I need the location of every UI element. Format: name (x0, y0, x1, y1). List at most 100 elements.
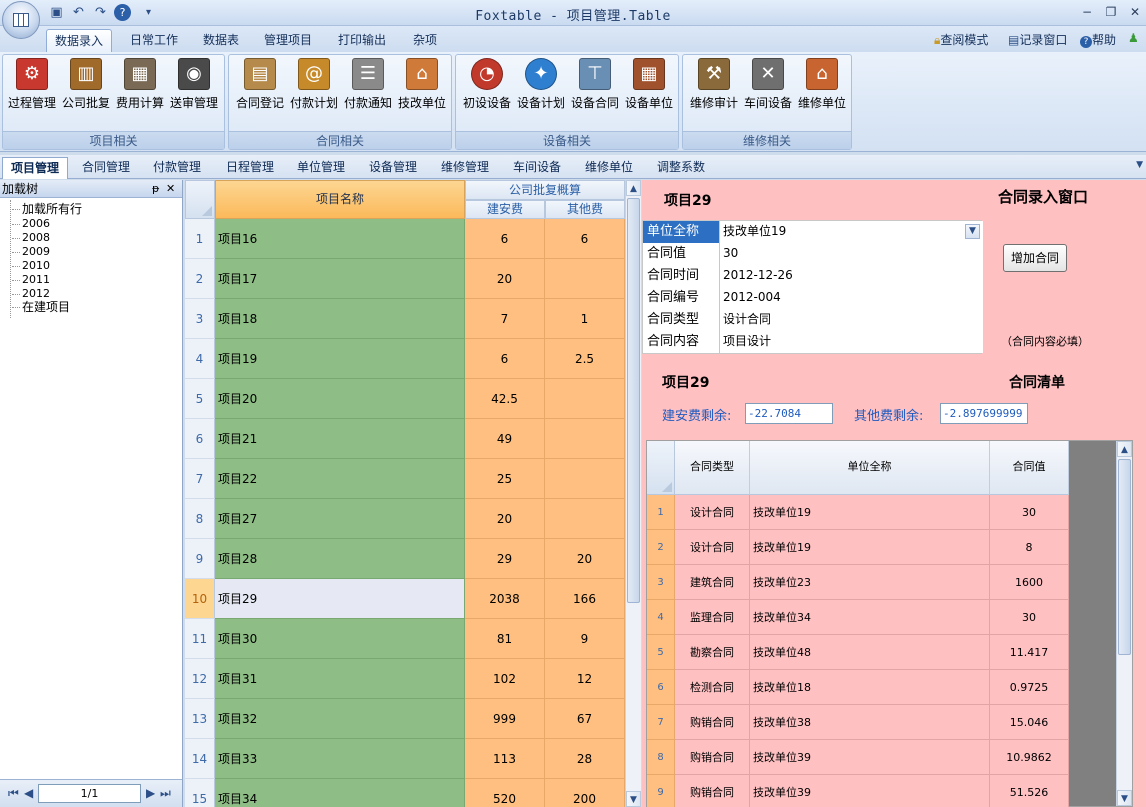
tree-item-2012[interactable]: 2012 (12, 287, 50, 301)
table-row[interactable]: 5 项目20 42.5 (185, 379, 625, 419)
other-cost-cell[interactable] (545, 379, 625, 419)
unit-name-cell[interactable]: 技改单位34 (750, 600, 990, 635)
build-cost-cell[interactable]: 7 (465, 299, 545, 339)
prev-page-icon[interactable]: ◀ (24, 786, 33, 800)
contract-value-cell[interactable]: 51.526 (990, 775, 1069, 807)
contract-value-cell[interactable]: 15.046 (990, 705, 1069, 740)
build-cost-cell[interactable]: 81 (465, 619, 545, 659)
contract-type-field[interactable]: 设计合同 (720, 309, 983, 331)
row-header[interactable]: 7 (647, 705, 675, 740)
build-cost-cell[interactable]: 102 (465, 659, 545, 699)
subgrid-corner[interactable] (647, 441, 675, 495)
contract-value-cell[interactable]: 1600 (990, 565, 1069, 600)
other-cost-cell[interactable]: 28 (545, 739, 625, 779)
tree-item-load-all[interactable]: 加载所有行 (12, 202, 82, 216)
equipment-unit-button[interactable]: ▦ 设备单位 (622, 57, 676, 113)
build-cost-cell[interactable]: 20 (465, 259, 545, 299)
table-row[interactable]: 6 项目21 49 (185, 419, 625, 459)
tab-adjustment-factor[interactable]: 调整系数 (649, 157, 713, 179)
other-cost-cell[interactable]: 166 (545, 579, 625, 619)
table-row[interactable]: 7 项目22 25 (185, 459, 625, 499)
workshop-equipment-button[interactable]: ✕ 车间设备 (741, 57, 795, 113)
table-row[interactable]: 2 项目17 20 (185, 259, 625, 299)
row-header[interactable]: 5 (647, 635, 675, 670)
scroll-down-icon[interactable]: ▼ (1117, 790, 1132, 806)
unit-name-cell[interactable]: 技改单位19 (750, 495, 990, 530)
row-header[interactable]: 10 (185, 579, 215, 619)
equipment-contract-button[interactable]: ⊤ 设备合同 (568, 57, 622, 113)
remaining-build-field[interactable]: -22.7084 (745, 403, 833, 424)
row-header[interactable]: 13 (185, 699, 215, 739)
table-row[interactable]: 7 购销合同 技改单位38 15.046 (647, 705, 1069, 740)
row-header[interactable]: 7 (185, 459, 215, 499)
build-cost-cell[interactable]: 49 (465, 419, 545, 459)
maintenance-audit-button[interactable]: ⚒ 维修审计 (687, 57, 741, 113)
table-row[interactable]: 6 检测合同 技改单位18 0.9725 (647, 670, 1069, 705)
row-header[interactable]: 8 (185, 499, 215, 539)
unit-name-cell[interactable]: 技改单位39 (750, 775, 990, 807)
tab-overflow-dropdown-icon[interactable]: ▼ (1136, 160, 1143, 170)
other-cost-cell[interactable]: 9 (545, 619, 625, 659)
tab-equipment-management[interactable]: 设备管理 (361, 157, 425, 179)
table-row[interactable]: 12 项目31 102 12 (185, 659, 625, 699)
first-page-icon[interactable]: ⏮ (8, 786, 19, 801)
project-name-cell[interactable]: 项目21 (215, 419, 465, 459)
payment-notice-button[interactable]: ☰ 付款通知 (341, 57, 395, 113)
project-name-cell[interactable]: 项目31 (215, 659, 465, 699)
other-cost-cell[interactable]: 2.5 (545, 339, 625, 379)
table-row[interactable]: 4 项目19 6 2.5 (185, 339, 625, 379)
next-page-icon[interactable]: ▶ (146, 786, 155, 800)
contract-number-field[interactable]: 2012-004 (720, 287, 983, 309)
scroll-thumb[interactable] (627, 198, 640, 603)
other-cost-cell[interactable] (545, 419, 625, 459)
table-row[interactable]: 5 勘察合同 技改单位48 11.417 (647, 635, 1069, 670)
table-row[interactable]: 8 项目27 20 (185, 499, 625, 539)
row-header[interactable]: 1 (647, 495, 675, 530)
contract-type-cell[interactable]: 设计合同 (675, 530, 750, 565)
scroll-down-icon[interactable]: ▼ (626, 791, 641, 807)
row-header[interactable]: 14 (185, 739, 215, 779)
scroll-up-icon[interactable]: ▲ (1117, 441, 1132, 457)
table-row[interactable]: 9 项目28 29 20 (185, 539, 625, 579)
table-row[interactable]: 2 设计合同 技改单位19 8 (647, 530, 1069, 565)
ribbon-tab-data-entry[interactable]: 数据录入 (46, 29, 113, 52)
other-cost-cell[interactable]: 200 (545, 779, 625, 807)
tab-payment-management[interactable]: 付款管理 (145, 157, 209, 179)
ribbon-tab-manage-projects[interactable]: 管理项目 (256, 29, 320, 52)
log-window-button[interactable]: ▤记录窗口 (1008, 31, 1067, 48)
project-name-cell[interactable]: 项目17 (215, 259, 465, 299)
close-button[interactable]: ✕ (1124, 4, 1146, 21)
row-header[interactable]: 2 (185, 259, 215, 299)
project-name-cell[interactable]: 项目29 (215, 579, 465, 619)
page-indicator-input[interactable]: 1/1 (38, 784, 141, 803)
column-header-project-name[interactable]: 项目名称 (215, 180, 465, 219)
contract-value-cell[interactable]: 8 (990, 530, 1069, 565)
tree-item-2011[interactable]: 2011 (12, 273, 50, 287)
contract-value-field[interactable]: 30 (720, 243, 983, 265)
tree-item-in-progress[interactable]: 在建项目 (12, 300, 70, 314)
grid-vertical-scrollbar[interactable]: ▲ ▼ (625, 180, 641, 807)
build-cost-cell[interactable]: 6 (465, 219, 545, 259)
table-row[interactable]: 1 设计合同 技改单位19 30 (647, 495, 1069, 530)
equipment-plan-button[interactable]: ✦ 设备计划 (514, 57, 568, 113)
contract-type-cell[interactable]: 勘察合同 (675, 635, 750, 670)
payment-plan-button[interactable]: @ 付款计划 (287, 57, 341, 113)
project-name-cell[interactable]: 项目32 (215, 699, 465, 739)
table-row[interactable]: 4 监理合同 技改单位34 30 (647, 600, 1069, 635)
subgrid-vertical-scrollbar[interactable]: ▲ ▼ (1116, 441, 1132, 806)
project-name-cell[interactable]: 项目28 (215, 539, 465, 579)
tree-item-2008[interactable]: 2008 (12, 231, 50, 245)
unit-name-cell[interactable]: 技改单位18 (750, 670, 990, 705)
column-header-build-cost[interactable]: 建安费 (465, 200, 545, 219)
tab-schedule-management[interactable]: 日程管理 (218, 157, 282, 179)
pin-icon[interactable]: ᵽ (152, 180, 159, 198)
row-header[interactable]: 11 (185, 619, 215, 659)
row-header[interactable]: 9 (185, 539, 215, 579)
users-icon[interactable]: ♟ (1128, 31, 1139, 45)
scroll-thumb[interactable] (1118, 459, 1131, 655)
table-row[interactable]: 3 建筑合同 技改单位23 1600 (647, 565, 1069, 600)
initial-equipment-button[interactable]: ◔ 初设设备 (460, 57, 514, 113)
contract-type-cell[interactable]: 检测合同 (675, 670, 750, 705)
other-cost-cell[interactable]: 67 (545, 699, 625, 739)
unit-name-select[interactable]: 技改单位19 ▼ (720, 221, 983, 243)
